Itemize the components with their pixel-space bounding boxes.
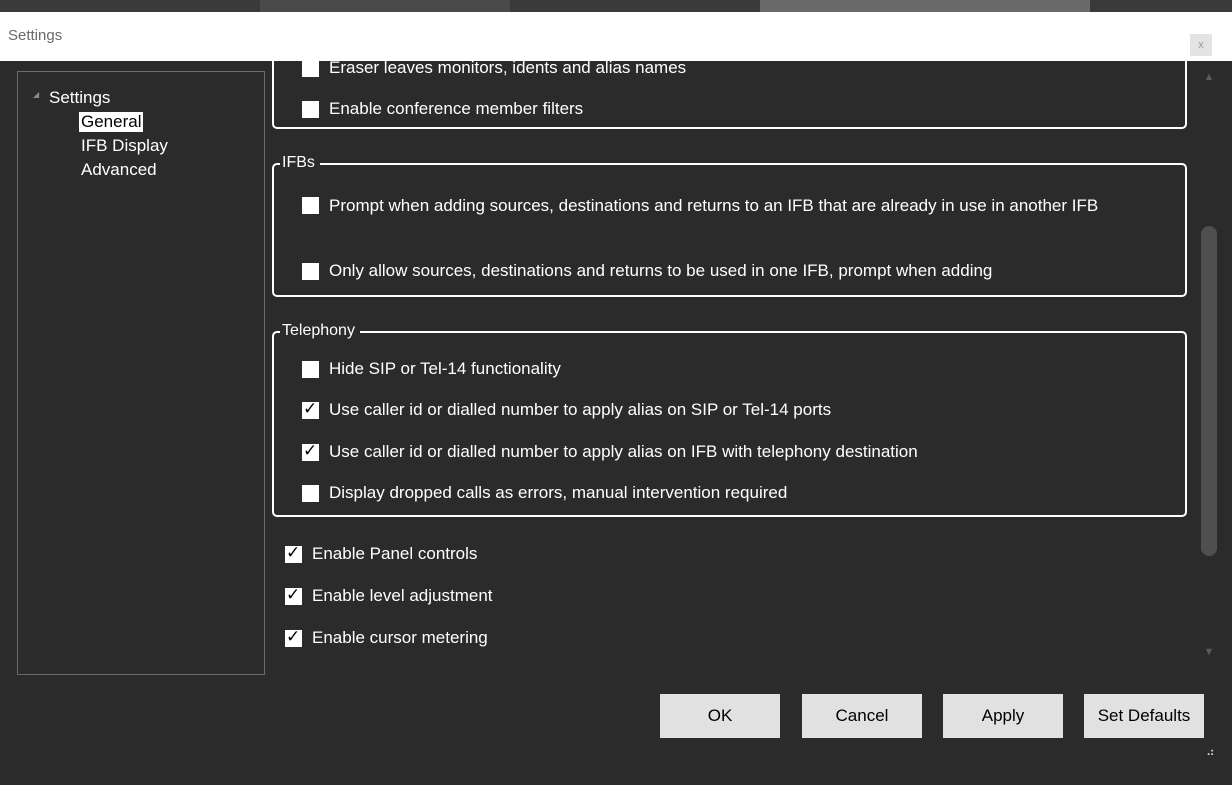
checkbox-checked[interactable] [285, 585, 302, 605]
option-eraser-leaves-monitors[interactable]: Eraser leaves monitors, idents and alias… [302, 61, 686, 78]
checkbox[interactable] [302, 61, 319, 77]
close-button[interactable]: x [1190, 34, 1212, 56]
option-label: Enable conference member filters [329, 99, 584, 118]
vertical-scrollbar[interactable]: ▲ ▼ [1198, 61, 1220, 673]
scroll-down-icon[interactable]: ▼ [1203, 646, 1215, 658]
option-label: Display dropped calls as errors, manual … [329, 483, 788, 502]
ifbs-group: IFBs Prompt when adding sources, destina… [272, 153, 1187, 297]
title-bar: Settings x [0, 12, 1232, 61]
checkbox[interactable] [302, 361, 319, 378]
option-caller-id-ifb-telephony[interactable]: Use caller id or dialled number to apply… [302, 441, 918, 462]
option-enable-level-adjustment[interactable]: Enable level adjustment [285, 585, 493, 606]
tree-collapse-icon[interactable]: ◢ [33, 90, 39, 99]
option-label: Use caller id or dialled number to apply… [329, 442, 918, 461]
dialog-body: ◢ Settings General IFB Display Advanced … [0, 61, 1232, 785]
option-enable-cursor-metering[interactable]: Enable cursor metering [285, 627, 488, 648]
option-only-allow-one-ifb[interactable]: Only allow sources, destinations and ret… [302, 261, 992, 281]
tree-item-general[interactable]: General [79, 112, 144, 132]
window-title: Settings [8, 27, 63, 44]
option-display-dropped-calls[interactable]: Display dropped calls as errors, manual … [302, 483, 787, 503]
background-strip [0, 0, 1232, 12]
checkbox[interactable] [302, 263, 319, 280]
option-label: Hide SIP or Tel-14 functionality [329, 359, 561, 378]
telephony-group: Telephony Hide SIP or Tel-14 functionali… [272, 321, 1187, 517]
option-caller-id-sip-ports[interactable]: Use caller id or dialled number to apply… [302, 399, 832, 420]
group-legend-ifbs: IFBs [280, 153, 320, 173]
scrollbar-thumb[interactable] [1201, 226, 1217, 556]
scroll-up-icon[interactable]: ▲ [1203, 71, 1215, 83]
checkbox-checked[interactable] [285, 543, 302, 563]
checkbox-checked[interactable] [302, 441, 319, 461]
option-hide-sip-tel14[interactable]: Hide SIP or Tel-14 functionality [302, 359, 561, 379]
settings-content: Eraser leaves monitors, idents and alias… [263, 61, 1198, 673]
tree-item-settings[interactable]: Settings [49, 88, 110, 108]
option-label: Enable Panel controls [312, 544, 478, 563]
apply-button[interactable]: Apply [943, 694, 1063, 738]
option-label: Enable level adjustment [312, 586, 493, 605]
checkbox-checked[interactable] [302, 399, 319, 419]
checkbox[interactable] [302, 101, 319, 118]
general-options-group: Eraser leaves monitors, idents and alias… [272, 61, 1187, 129]
option-label: Only allow sources, destinations and ret… [329, 261, 993, 280]
checkbox[interactable] [302, 197, 319, 214]
option-label: Eraser leaves monitors, idents and alias… [329, 61, 687, 77]
cancel-button[interactable]: Cancel [802, 694, 922, 738]
option-enable-conference-member-filters[interactable]: Enable conference member filters [302, 99, 583, 119]
resize-grip-icon[interactable]: ⠴ [1206, 745, 1215, 759]
tree-item-ifb-display[interactable]: IFB Display [81, 136, 168, 156]
settings-tree: ◢ Settings General IFB Display Advanced [17, 71, 265, 675]
checkbox-checked[interactable] [285, 627, 302, 647]
background-segment [760, 0, 1090, 12]
option-label: Enable cursor metering [312, 628, 488, 647]
tree-item-advanced[interactable]: Advanced [81, 160, 157, 180]
option-label: Prompt when adding sources, destinations… [329, 196, 1099, 215]
option-enable-panel-controls[interactable]: Enable Panel controls [285, 543, 478, 564]
checkbox[interactable] [302, 485, 319, 502]
ok-button[interactable]: OK [660, 694, 780, 738]
set-defaults-button[interactable]: Set Defaults [1084, 694, 1204, 738]
option-prompt-when-adding-in-use[interactable]: Prompt when adding sources, destinations… [302, 195, 1162, 217]
option-label: Use caller id or dialled number to apply… [329, 400, 832, 419]
background-segment [260, 0, 510, 12]
group-legend-telephony: Telephony [280, 321, 360, 341]
